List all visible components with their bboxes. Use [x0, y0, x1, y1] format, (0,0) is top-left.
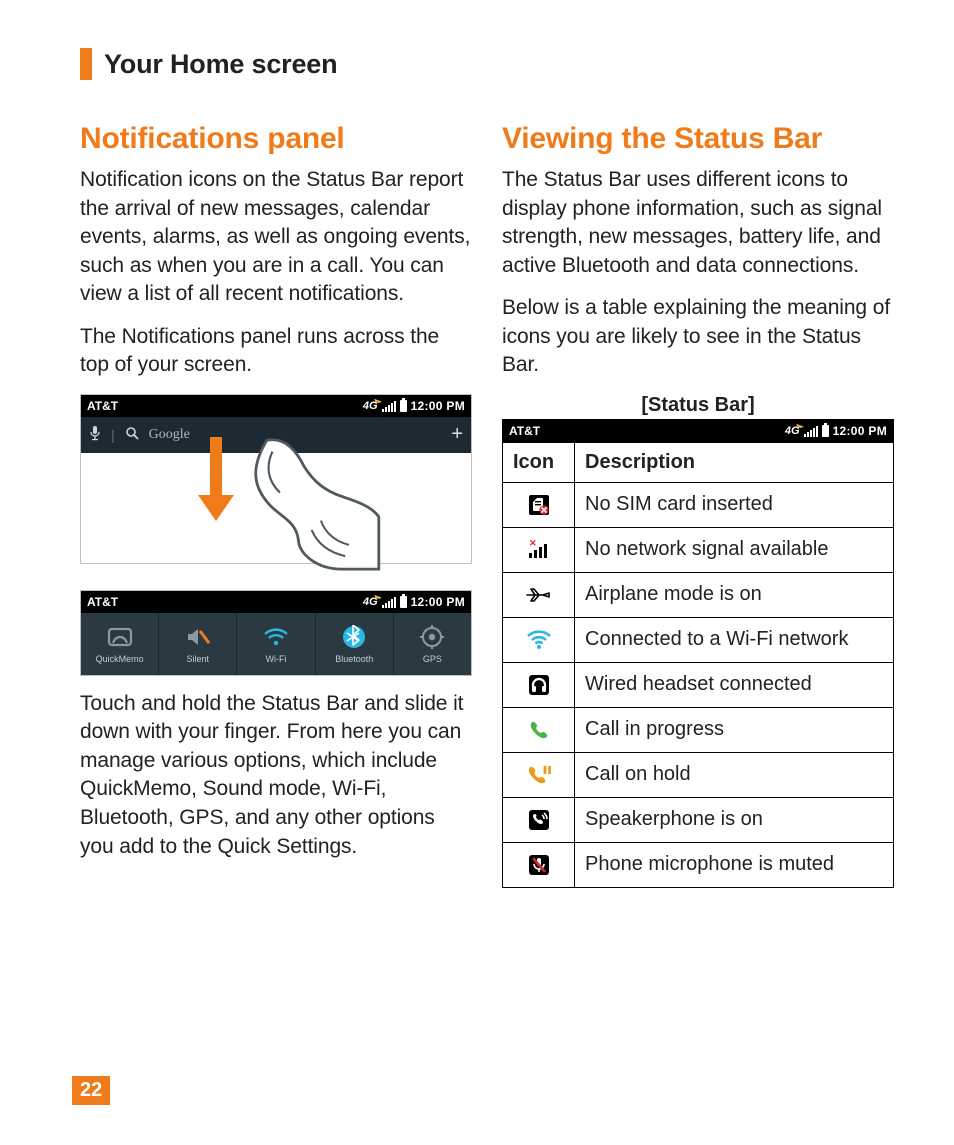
- battery-icon: [400, 400, 407, 412]
- qs-silent: Silent: [159, 613, 237, 675]
- desc-cell: Speakerphone is on: [575, 797, 894, 842]
- content-columns: Notifications panel Notification icons o…: [80, 122, 894, 888]
- table-row: No SIM card inserted: [503, 482, 894, 527]
- hand-icon: [231, 431, 381, 571]
- no-signal-icon: ✕: [513, 536, 564, 564]
- left-p1: Notification icons on the Status Bar rep…: [80, 166, 472, 309]
- clock-label: 12:00 PM: [411, 595, 465, 609]
- left-p2: The Notifications panel runs across the …: [80, 323, 472, 380]
- qs-bluetooth: Bluetooth: [316, 613, 394, 675]
- carrier-label: AT&T: [87, 399, 118, 413]
- add-icon: +: [451, 423, 463, 446]
- screenshot-quick-settings: AT&T 4G 12:00 PM QuickMemo: [80, 590, 472, 676]
- network-4g-icon: 4G: [785, 425, 800, 437]
- silent-icon: [185, 624, 211, 650]
- desc-cell: No SIM card inserted: [575, 482, 894, 527]
- search-placeholder: Google: [149, 427, 190, 443]
- qs-quickmemo: QuickMemo: [81, 613, 159, 675]
- qs-label: GPS: [423, 654, 442, 664]
- signal-icon: [382, 400, 396, 412]
- th-icon: Icon: [503, 442, 575, 482]
- bluetooth-icon: [341, 624, 367, 650]
- table-row: Call in progress: [503, 707, 894, 752]
- headset-icon: [513, 671, 564, 699]
- airplane-icon: [513, 581, 564, 609]
- table-row: Wired headset connected: [503, 662, 894, 707]
- mic-mute-icon: [513, 851, 564, 879]
- battery-icon: [822, 425, 829, 437]
- divider: |: [111, 427, 115, 443]
- call-hold-icon: [513, 761, 564, 789]
- clock-label: 12:00 PM: [411, 399, 465, 413]
- table-row: Connected to a Wi-Fi network: [503, 617, 894, 662]
- table-row: Speakerphone is on: [503, 797, 894, 842]
- status-bar-2: AT&T 4G 12:00 PM: [81, 591, 471, 613]
- qs-label: QuickMemo: [96, 654, 144, 664]
- mic-icon: [89, 425, 101, 444]
- section-title: Your Home screen: [104, 49, 337, 80]
- section-header: Your Home screen: [80, 48, 894, 80]
- quickmemo-icon: [107, 624, 133, 650]
- qs-label: Wi-Fi: [266, 654, 287, 664]
- desc-cell: No network signal available: [575, 527, 894, 572]
- right-column: Viewing the Status Bar The Status Bar us…: [502, 122, 894, 888]
- quick-settings-row: QuickMemo Silent Wi-Fi: [81, 613, 471, 675]
- left-column: Notifications panel Notification icons o…: [80, 122, 472, 888]
- status-icons-table: Icon Description No SIM card inserted ✕ …: [502, 442, 894, 888]
- screenshot-swipe: AT&T 4G 12:00 PM | Google +: [80, 394, 472, 564]
- status-bar-1: AT&T 4G 12:00 PM: [81, 395, 471, 417]
- search-icon: [125, 426, 139, 443]
- signal-icon: [382, 596, 396, 608]
- desc-cell: Phone microphone is muted: [575, 842, 894, 887]
- table-row: Call on hold: [503, 752, 894, 797]
- qs-label: Bluetooth: [335, 654, 373, 664]
- qs-wifi: Wi-Fi: [237, 613, 315, 675]
- desc-cell: Call in progress: [575, 707, 894, 752]
- page-number: 22: [72, 1076, 110, 1105]
- left-p3: Touch and hold the Status Bar and slide …: [80, 690, 472, 861]
- right-p2: Below is a table explaining the meaning …: [502, 294, 894, 380]
- status-bar-sample: AT&T 4G 12:00 PM: [502, 419, 894, 442]
- gps-icon: [419, 624, 445, 650]
- desc-cell: Connected to a Wi-Fi network: [575, 617, 894, 662]
- th-desc: Description: [575, 442, 894, 482]
- desc-cell: Wired headset connected: [575, 662, 894, 707]
- section-accent-mark: [80, 48, 92, 80]
- no-sim-icon: [513, 491, 564, 519]
- swipe-down-arrow-icon: [201, 437, 231, 525]
- svg-text:✕: ✕: [529, 539, 537, 548]
- swipe-gesture-area: [81, 453, 471, 563]
- wifi-connected-icon: [513, 626, 564, 654]
- desc-cell: Airplane mode is on: [575, 572, 894, 617]
- network-4g-icon: 4G: [363, 596, 378, 608]
- battery-icon: [400, 596, 407, 608]
- signal-icon: [804, 425, 818, 437]
- status-bar-caption: [Status Bar]: [502, 394, 894, 417]
- speakerphone-icon: [513, 806, 564, 834]
- table-row: Airplane mode is on: [503, 572, 894, 617]
- network-4g-icon: 4G: [363, 400, 378, 412]
- table-header-row: Icon Description: [503, 442, 894, 482]
- carrier-label: AT&T: [509, 424, 540, 438]
- qs-gps: GPS: [394, 613, 471, 675]
- table-row: ✕ No network signal available: [503, 527, 894, 572]
- wifi-icon: [263, 624, 289, 650]
- qs-label: Silent: [187, 654, 210, 664]
- right-p1: The Status Bar uses different icons to d…: [502, 166, 894, 280]
- call-icon: [513, 716, 564, 744]
- table-row: Phone microphone is muted: [503, 842, 894, 887]
- clock-label: 12:00 PM: [833, 424, 887, 438]
- left-heading: Notifications panel: [80, 122, 472, 156]
- desc-cell: Call on hold: [575, 752, 894, 797]
- right-heading: Viewing the Status Bar: [502, 122, 894, 156]
- carrier-label: AT&T: [87, 595, 118, 609]
